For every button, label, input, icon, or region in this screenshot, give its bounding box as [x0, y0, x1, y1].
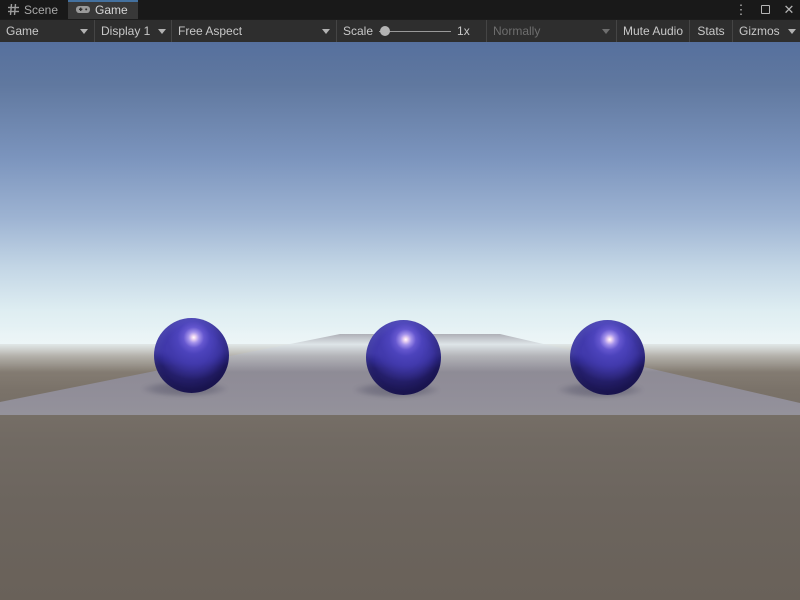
chevron-down-icon: [80, 29, 88, 34]
maximize-icon[interactable]: [758, 2, 772, 18]
scale-slider[interactable]: [379, 20, 451, 43]
stats-button[interactable]: Stats: [690, 20, 733, 42]
tab-game-label: Game: [95, 3, 128, 17]
grid-icon: [8, 4, 19, 15]
tab-scene-label: Scene: [24, 3, 58, 17]
game-view-toolbar: Game Display 1 Free Aspect Scale 1x Norm…: [0, 19, 800, 42]
vsync-dropdown-label: Normally: [493, 24, 540, 38]
game-render-viewport[interactable]: [0, 42, 800, 600]
chevron-down-icon: [158, 29, 166, 34]
mute-audio-button[interactable]: Mute Audio: [617, 20, 690, 42]
scale-slider-knob[interactable]: [380, 26, 390, 36]
tab-scene[interactable]: Scene: [0, 0, 68, 19]
mute-audio-label: Mute Audio: [623, 24, 683, 38]
sphere-middle: [366, 320, 441, 395]
aspect-ratio-dropdown[interactable]: Free Aspect: [172, 20, 337, 42]
scale-label: Scale: [343, 24, 373, 38]
display-dropdown-label: Display 1: [101, 24, 150, 38]
chevron-down-icon: [322, 29, 330, 34]
vsync-dropdown: Normally: [487, 20, 617, 42]
chevron-down-icon: [788, 29, 796, 34]
scale-control: Scale 1x: [337, 20, 487, 42]
stats-label: Stats: [697, 24, 724, 38]
display-dropdown[interactable]: Display 1: [95, 20, 172, 42]
sphere-right: [570, 320, 645, 395]
game-view-menu-dropdown[interactable]: Game: [0, 20, 95, 42]
gamepad-icon: [76, 5, 90, 14]
aspect-ratio-label: Free Aspect: [178, 24, 242, 38]
skybox-gradient: [0, 42, 800, 345]
pane-tab-bar: Scene Game ⋮ ✕: [0, 0, 800, 19]
gizmos-label: Gizmos: [739, 24, 780, 38]
game-view-menu-label: Game: [6, 24, 39, 38]
tab-game[interactable]: Game: [68, 0, 138, 19]
close-icon[interactable]: ✕: [782, 2, 796, 18]
gizmos-dropdown[interactable]: Gizmos: [733, 20, 800, 42]
chevron-down-icon: [602, 29, 610, 34]
kebab-menu-icon[interactable]: ⋮: [734, 2, 748, 18]
sphere-left: [154, 318, 229, 393]
scale-value: 1x: [457, 24, 470, 38]
window-controls: ⋮ ✕: [734, 0, 796, 19]
